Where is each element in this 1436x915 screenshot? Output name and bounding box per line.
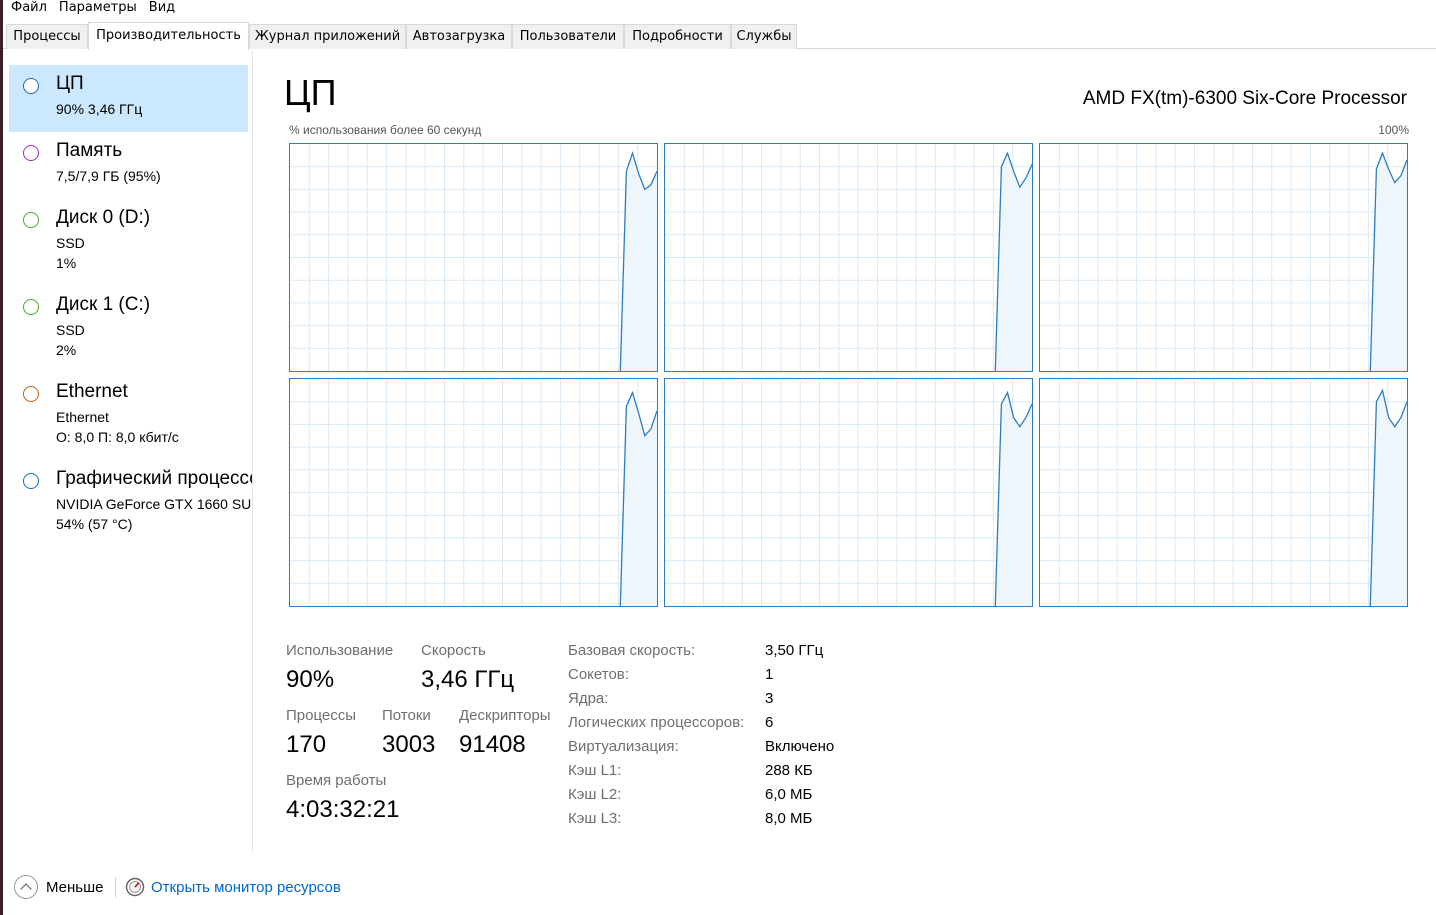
sidebar-item-title: Диск 0 (D:) bbox=[56, 207, 151, 228]
sidebar-item-title: ЦП bbox=[56, 73, 84, 94]
sidebar-item-title: Память bbox=[56, 140, 123, 161]
graph-max-label: 100% bbox=[1378, 123, 1409, 137]
sidebar-item-ethernet[interactable]: Ethernet Ethernet О: 8,0 П: 8,0 кбит/с bbox=[9, 373, 248, 460]
uptime-label: Время работы bbox=[286, 772, 387, 789]
sidebar-item-detail: 7,5/7,9 ГБ (95%) bbox=[56, 168, 161, 184]
speed-value: 3,46 ГГц bbox=[421, 666, 515, 693]
processes-label: Процессы bbox=[286, 707, 357, 724]
gpu-indicator-icon bbox=[23, 473, 39, 489]
tab-users[interactable]: Пользователи bbox=[512, 24, 624, 49]
spec-label: Кэш L2: bbox=[568, 786, 622, 803]
cpu-core-graph bbox=[1039, 143, 1408, 372]
spec-label: Кэш L1: bbox=[568, 762, 622, 779]
sidebar-item-detail: SSD bbox=[56, 322, 85, 338]
spec-label: Кэш L3: bbox=[568, 810, 622, 827]
tab-processes[interactable]: Процессы bbox=[6, 24, 88, 49]
footer-divider bbox=[115, 877, 116, 897]
sidebar-item-detail: 90% 3,46 ГГц bbox=[56, 101, 143, 117]
sidebar-item-detail: Ethernet bbox=[56, 409, 109, 425]
cpu-panel: ЦП AMD FX(tm)-6300 Six-Core Processor % … bbox=[253, 50, 1436, 852]
ethernet-indicator-icon bbox=[23, 386, 39, 402]
sidebar-item-detail: NVIDIA GeForce GTX 1660 SUPER bbox=[56, 496, 252, 512]
cpu-core-graph bbox=[289, 143, 658, 372]
spec-value: 3 bbox=[765, 690, 774, 707]
spec-label: Логических процессоров: bbox=[568, 714, 745, 731]
cpu-core-graph-plot bbox=[290, 379, 657, 606]
spec-value: 6,0 МБ bbox=[765, 786, 813, 803]
sidebar-item-title: Графический процессор 0 bbox=[56, 468, 252, 489]
spec-value: 6 bbox=[765, 714, 774, 731]
menu-file[interactable]: Файл bbox=[3, 0, 51, 16]
disk-indicator-icon bbox=[23, 212, 39, 228]
menu-view[interactable]: Вид bbox=[141, 0, 179, 16]
footer-bar: Меньше Открыть монитор ресурсов bbox=[3, 860, 1436, 915]
cpu-core-graph-plot bbox=[665, 379, 1032, 606]
open-resource-monitor-link[interactable]: Открыть монитор ресурсов bbox=[151, 879, 341, 896]
handles-label: Дескрипторы bbox=[459, 707, 551, 724]
page-title: ЦП bbox=[284, 72, 337, 113]
spec-value: 288 КБ bbox=[765, 762, 813, 779]
resource-sidebar: ЦП 90% 3,46 ГГц Память 7,5/7,9 ГБ (95%) … bbox=[3, 50, 253, 852]
tab-details[interactable]: Подробности bbox=[624, 24, 731, 49]
spec-label: Базовая скорость: bbox=[568, 642, 696, 659]
uptime-value: 4:03:32:21 bbox=[286, 796, 400, 823]
tab-bar: Процессы Производительность Журнал прило… bbox=[3, 22, 1436, 50]
menu-options[interactable]: Параметры bbox=[51, 0, 141, 16]
usage-value: 90% bbox=[286, 666, 335, 693]
handles-value: 91408 bbox=[459, 731, 526, 758]
resource-monitor-icon[interactable] bbox=[125, 877, 145, 897]
sidebar-item-cpu[interactable]: ЦП 90% 3,46 ГГц bbox=[9, 65, 248, 132]
speed-label: Скорость bbox=[421, 642, 486, 659]
tab-services[interactable]: Службы bbox=[731, 24, 797, 49]
processes-value: 170 bbox=[286, 731, 327, 758]
disk-indicator-icon bbox=[23, 299, 39, 315]
sidebar-item-title: Ethernet bbox=[56, 381, 128, 402]
spec-label: Ядра: bbox=[568, 690, 609, 707]
memory-indicator-icon bbox=[23, 145, 39, 161]
threads-label: Потоки bbox=[382, 707, 431, 724]
spec-value: Включено bbox=[765, 738, 835, 755]
tab-startup[interactable]: Автозагрузка bbox=[406, 24, 512, 49]
cpu-core-graph bbox=[664, 143, 1033, 372]
sidebar-item-disk-0[interactable]: Диск 0 (D:) SSD 1% bbox=[9, 199, 248, 286]
cpu-core-graph-plot bbox=[665, 144, 1032, 371]
cpu-model-name: AMD FX(tm)-6300 Six-Core Processor bbox=[1082, 88, 1407, 109]
spec-label: Сокетов: bbox=[568, 666, 629, 683]
sidebar-item-detail-2: О: 8,0 П: 8,0 кбит/с bbox=[56, 429, 179, 445]
cpu-core-graph bbox=[1039, 378, 1408, 607]
tab-app-history[interactable]: Журнал приложений bbox=[249, 24, 406, 49]
collapse-chevron-icon[interactable] bbox=[14, 875, 38, 899]
cpu-core-graph-plot bbox=[1040, 144, 1407, 371]
spec-value: 1 bbox=[765, 666, 774, 683]
cpu-core-graph-plot bbox=[1040, 379, 1407, 606]
sidebar-item-disk-1[interactable]: Диск 1 (C:) SSD 2% bbox=[9, 286, 248, 373]
menu-bar: Файл Параметры Вид bbox=[3, 0, 179, 16]
threads-value: 3003 bbox=[382, 731, 436, 758]
tab-performance[interactable]: Производительность bbox=[88, 22, 249, 50]
spec-label: Виртуализация: bbox=[568, 738, 679, 755]
cpu-core-graph-plot bbox=[290, 144, 657, 371]
sidebar-item-detail: SSD bbox=[56, 235, 85, 251]
spec-value: 8,0 МБ bbox=[765, 810, 813, 827]
cpu-indicator-icon bbox=[23, 78, 39, 94]
graph-caption: % использования более 60 секунд bbox=[289, 123, 482, 137]
fewer-details-button[interactable]: Меньше bbox=[46, 879, 103, 896]
sidebar-item-detail-2: 1% bbox=[56, 255, 77, 271]
task-manager-window: Файл Параметры Вид Процессы Производител… bbox=[0, 0, 1436, 915]
cpu-core-graph bbox=[289, 378, 658, 607]
spec-value: 3,50 ГГц bbox=[765, 642, 824, 659]
sidebar-item-gpu[interactable]: Графический процессор 0 NVIDIA GeForce G… bbox=[9, 460, 252, 547]
sidebar-item-title: Диск 1 (C:) bbox=[56, 294, 151, 315]
usage-label: Использование bbox=[286, 642, 394, 659]
sidebar-item-memory[interactable]: Память 7,5/7,9 ГБ (95%) bbox=[9, 132, 248, 199]
cpu-core-graph bbox=[664, 378, 1033, 607]
sidebar-item-detail-2: 2% bbox=[56, 342, 77, 358]
sidebar-item-detail-2: 54% (57 °C) bbox=[56, 516, 133, 532]
